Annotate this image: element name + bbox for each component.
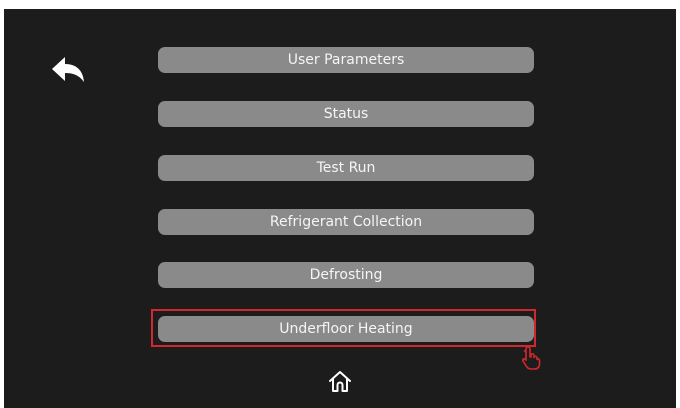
back-arrow-icon <box>52 57 84 82</box>
test-run-button[interactable]: Test Run <box>158 155 534 181</box>
user-parameters-button[interactable]: User Parameters <box>158 47 534 73</box>
back-button[interactable] <box>48 52 90 92</box>
status-button[interactable]: Status <box>158 101 534 127</box>
defrosting-button[interactable]: Defrosting <box>158 262 534 288</box>
selection-highlight <box>151 309 536 347</box>
home-button[interactable] <box>326 367 354 395</box>
refrigerant-collection-button[interactable]: Refrigerant Collection <box>158 209 534 235</box>
hand-pointer-icon <box>520 345 542 371</box>
home-icon <box>329 371 351 392</box>
screen: User Parameters Status Test Run Refriger… <box>4 9 676 408</box>
